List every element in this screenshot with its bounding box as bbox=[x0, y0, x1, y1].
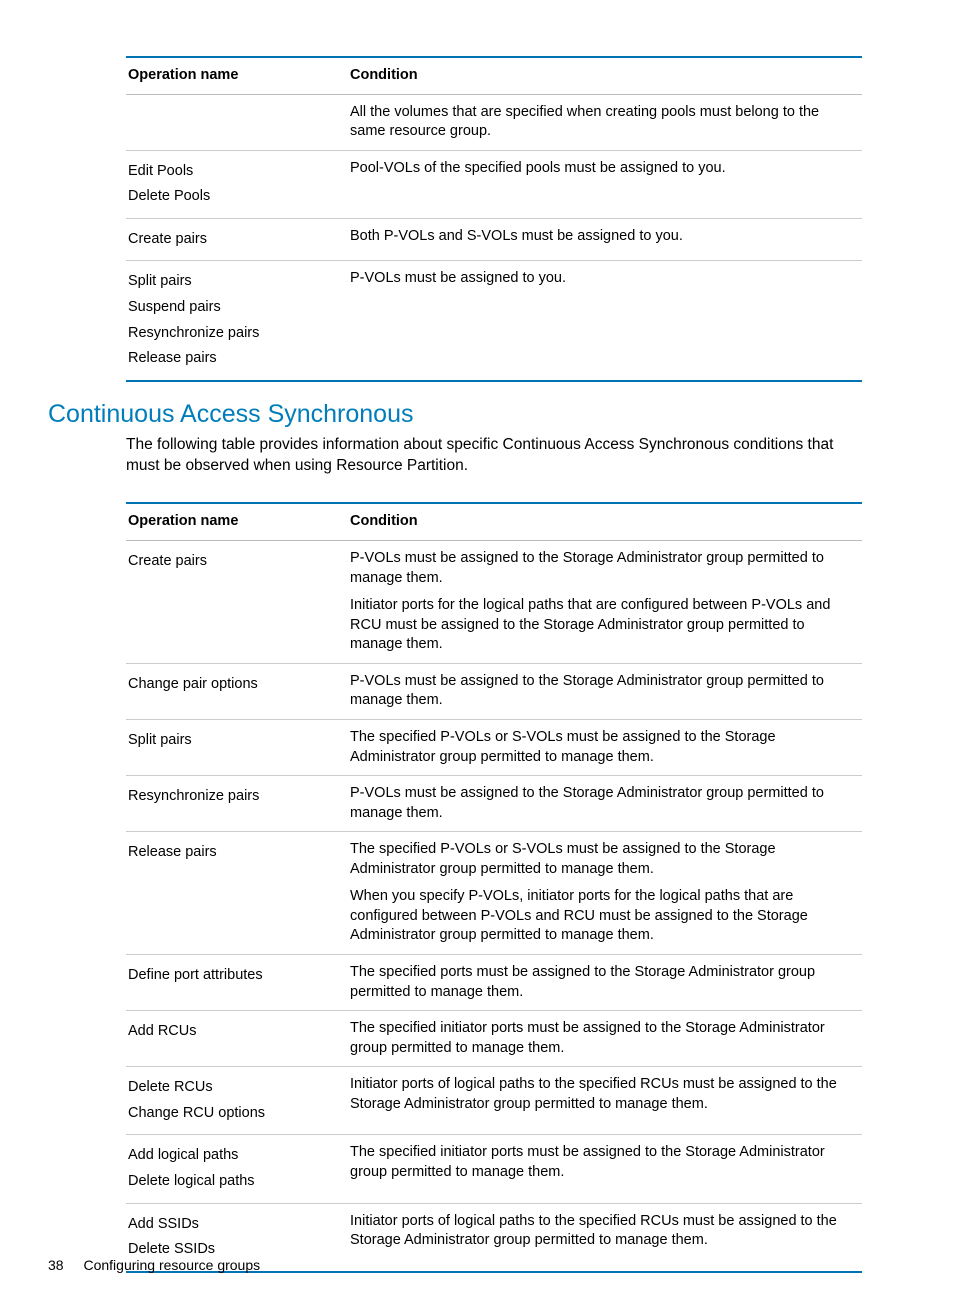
table-row: All the volumes that are specified when … bbox=[126, 94, 862, 150]
table-operations-2: Operation name Condition Create pairs P-V… bbox=[126, 502, 862, 1272]
operation-cell bbox=[126, 94, 348, 150]
table-row: Edit PoolsDelete PoolsPool-VOLs of the s… bbox=[126, 150, 862, 218]
operation-cell: Change pair options bbox=[126, 663, 348, 719]
condition-cell: P-VOLs must be assigned to the Storage A… bbox=[348, 663, 862, 719]
condition-text: Both P-VOLs and S-VOLs must be assigned … bbox=[350, 227, 856, 247]
condition-text: The specified initiator ports must be as… bbox=[350, 1143, 856, 1182]
operation-cell: Create pairs bbox=[126, 541, 348, 664]
condition-cell: The specified P-VOLs or S-VOLs must be a… bbox=[348, 719, 862, 775]
operation-name: Add RCUs bbox=[128, 1019, 342, 1045]
condition-text: Initiator ports for the logical paths th… bbox=[350, 596, 856, 655]
operation-name: Change RCU options bbox=[128, 1101, 342, 1127]
condition-text: P-VOLs must be assigned to the Storage A… bbox=[350, 549, 856, 588]
operation-cell: Split pairs bbox=[126, 719, 348, 775]
operation-name: Resynchronize pairs bbox=[128, 784, 342, 810]
operation-name: Edit Pools bbox=[128, 159, 342, 185]
operation-name: Delete Pools bbox=[128, 184, 342, 210]
section-intro: The following table provides information… bbox=[126, 435, 866, 477]
operation-name bbox=[128, 103, 342, 109]
table-row: Delete RCUsChange RCU optionsInitiator p… bbox=[126, 1067, 862, 1135]
condition-cell: P-VOLs must be assigned to you. bbox=[348, 261, 862, 381]
operation-name: Release pairs bbox=[128, 840, 342, 866]
condition-cell: P-VOLs must be assigned to the Storage A… bbox=[348, 541, 862, 664]
operation-name: Suspend pairs bbox=[128, 295, 342, 321]
condition-text: Initiator ports of logical paths to the … bbox=[350, 1212, 856, 1251]
condition-text: P-VOLs must be assigned to the Storage A… bbox=[350, 784, 856, 823]
table-row: Split pairs The specified P-VOLs or S-VOL… bbox=[126, 719, 862, 775]
operation-name: Split pairs bbox=[128, 728, 342, 754]
operation-name: Delete RCUs bbox=[128, 1075, 342, 1101]
condition-cell: Pool-VOLs of the specified pools must be… bbox=[348, 150, 862, 218]
table2-body: Create pairs P-VOLs must be assigned to t… bbox=[126, 541, 862, 1272]
operation-name: Split pairs bbox=[128, 269, 342, 295]
table2-header-cond: Condition bbox=[348, 503, 862, 540]
footer-section: Configuring resource groups bbox=[83, 1257, 260, 1273]
condition-text: The specified P-VOLs or S-VOLs must be a… bbox=[350, 728, 856, 767]
operation-name: Define port attributes bbox=[128, 963, 342, 989]
condition-text: Initiator ports of logical paths to the … bbox=[350, 1075, 856, 1114]
condition-text: P-VOLs must be assigned to you. bbox=[350, 269, 856, 289]
table-row: Add logical pathsDelete logical pathsThe… bbox=[126, 1135, 862, 1203]
operation-name: Change pair options bbox=[128, 672, 342, 698]
table1-header-cond: Condition bbox=[348, 57, 862, 94]
condition-text: The specified initiator ports must be as… bbox=[350, 1019, 856, 1058]
table2-header-op: Operation name bbox=[126, 503, 348, 540]
operation-cell: Delete RCUsChange RCU options bbox=[126, 1067, 348, 1135]
table-row: Split pairsSuspend pairsResynchronize pa… bbox=[126, 261, 862, 381]
condition-cell: Both P-VOLs and S-VOLs must be assigned … bbox=[348, 218, 862, 261]
operation-name: Create pairs bbox=[128, 227, 342, 253]
condition-cell: The specified initiator ports must be as… bbox=[348, 1011, 862, 1067]
condition-cell: The specified initiator ports must be as… bbox=[348, 1135, 862, 1203]
condition-cell: P-VOLs must be assigned to the Storage A… bbox=[348, 776, 862, 832]
condition-cell: Initiator ports of logical paths to the … bbox=[348, 1067, 862, 1135]
operation-cell: Create pairs bbox=[126, 218, 348, 261]
page-number: 38 bbox=[48, 1257, 64, 1273]
condition-text: All the volumes that are specified when … bbox=[350, 103, 856, 142]
condition-cell: The specified P-VOLs or S-VOLs must be a… bbox=[348, 832, 862, 955]
operation-name: Delete logical paths bbox=[128, 1169, 342, 1195]
table-row: Create pairs Both P-VOLs and S-VOLs must … bbox=[126, 218, 862, 261]
operation-cell: Add RCUs bbox=[126, 1011, 348, 1067]
operation-cell: Add logical pathsDelete logical paths bbox=[126, 1135, 348, 1203]
condition-text: When you specify P-VOLs, initiator ports… bbox=[350, 887, 856, 946]
operation-cell: Release pairs bbox=[126, 832, 348, 955]
table-row: Release pairs The specified P-VOLs or S-V… bbox=[126, 832, 862, 955]
operation-name: Add logical paths bbox=[128, 1143, 342, 1169]
operation-cell: Edit PoolsDelete Pools bbox=[126, 150, 348, 218]
table1-body: All the volumes that are specified when … bbox=[126, 94, 862, 381]
table-row: Create pairs P-VOLs must be assigned to t… bbox=[126, 541, 862, 664]
operation-cell: Resynchronize pairs bbox=[126, 776, 348, 832]
table1-header-op: Operation name bbox=[126, 57, 348, 94]
operation-cell: Split pairsSuspend pairsResynchronize pa… bbox=[126, 261, 348, 381]
operation-name: Release pairs bbox=[128, 346, 342, 372]
condition-text: P-VOLs must be assigned to the Storage A… bbox=[350, 672, 856, 711]
table-row: Add RCUs The specified initiator ports mu… bbox=[126, 1011, 862, 1067]
condition-cell: All the volumes that are specified when … bbox=[348, 94, 862, 150]
section-title: Continuous Access Synchronous bbox=[48, 400, 866, 429]
condition-text: The specified P-VOLs or S-VOLs must be a… bbox=[350, 840, 856, 879]
table-operations-1: Operation name Condition All the volumes… bbox=[126, 56, 862, 382]
condition-text: Pool-VOLs of the specified pools must be… bbox=[350, 159, 856, 179]
operation-name: Resynchronize pairs bbox=[128, 321, 342, 347]
condition-cell: Initiator ports of logical paths to the … bbox=[348, 1203, 862, 1272]
table-row: Resynchronize pairs P-VOLs must be assign… bbox=[126, 776, 862, 832]
operation-cell: Define port attributes bbox=[126, 955, 348, 1011]
operation-name: Add SSIDs bbox=[128, 1212, 342, 1238]
table-row: Define port attributes The specified port… bbox=[126, 955, 862, 1011]
page-footer: 38 Configuring resource groups bbox=[48, 1257, 260, 1273]
operation-name: Create pairs bbox=[128, 549, 342, 575]
condition-cell: The specified ports must be assigned to … bbox=[348, 955, 862, 1011]
condition-text: The specified ports must be assigned to … bbox=[350, 963, 856, 1002]
table-row: Change pair options P-VOLs must be assign… bbox=[126, 663, 862, 719]
